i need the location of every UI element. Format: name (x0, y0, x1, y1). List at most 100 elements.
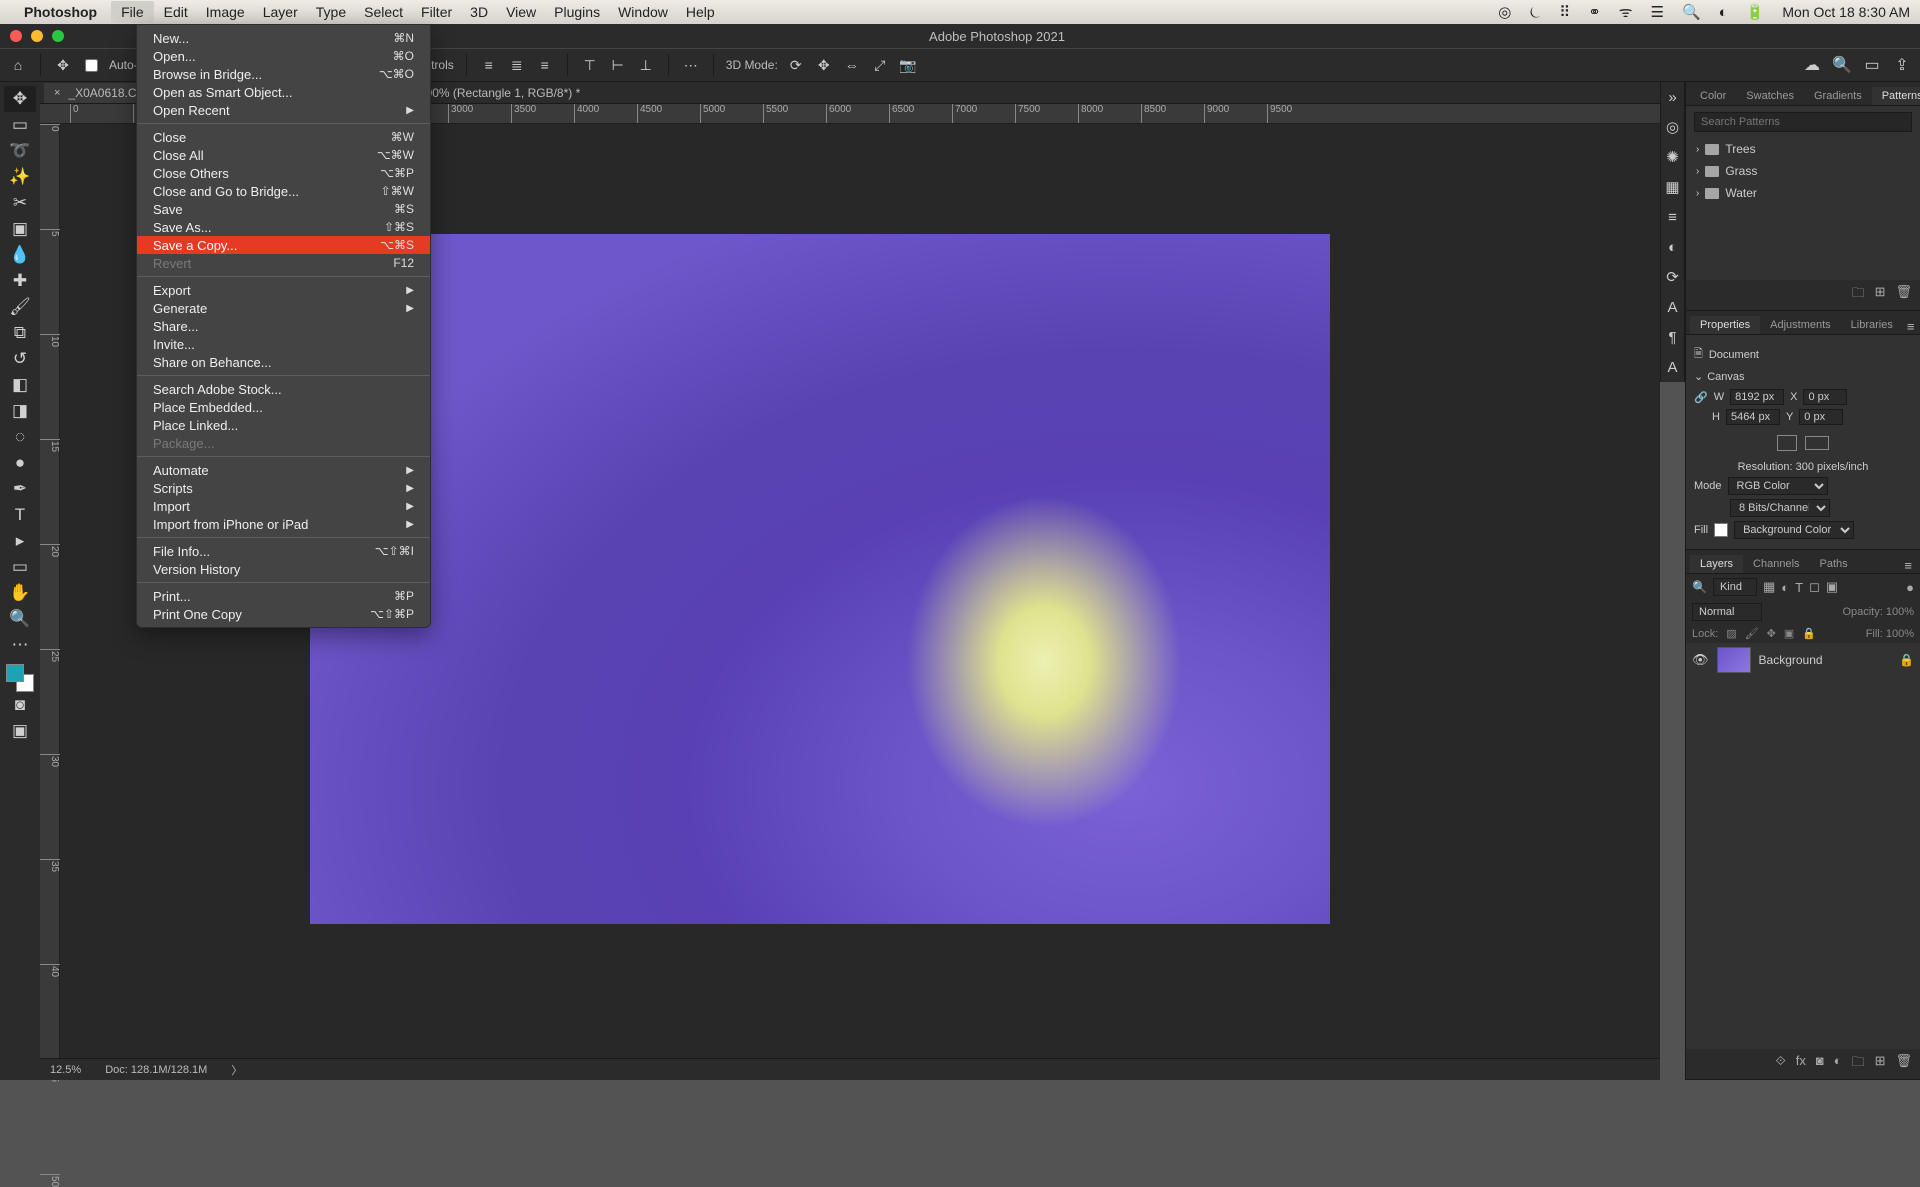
panel-icon-5[interactable]: ◐ (1660, 232, 1685, 262)
brush-tool[interactable]: 🖌 (4, 294, 36, 320)
menu-layer[interactable]: Layer (263, 4, 298, 20)
align-top-icon[interactable]: ⊤ (580, 55, 600, 75)
pattern-group-grass[interactable]: ›Grass (1694, 160, 1912, 182)
layer-fill-value[interactable]: 100% (1886, 628, 1914, 640)
menu-item-share[interactable]: Share... (137, 317, 430, 335)
paragraph-panel-icon[interactable]: ¶ (1660, 322, 1685, 352)
orientation-landscape[interactable] (1805, 436, 1829, 450)
crop-tool[interactable]: ✂ (4, 190, 36, 216)
tab-gradients[interactable]: Gradients (1804, 87, 1872, 105)
window-close-button[interactable] (10, 30, 22, 42)
magic-wand-tool[interactable]: ✨ (4, 164, 36, 190)
tab-paths[interactable]: Paths (1810, 555, 1858, 573)
filter-kind-select[interactable]: Kind (1713, 578, 1757, 596)
filter-pixel-icon[interactable]: ▦ (1763, 579, 1775, 595)
menu-select[interactable]: Select (364, 4, 403, 20)
delete-pattern-icon[interactable]: 🗑 (1895, 284, 1912, 306)
type-tool[interactable]: T (4, 502, 36, 528)
orientation-portrait[interactable] (1777, 435, 1797, 451)
3d-orbit-icon[interactable]: ⟳ (786, 55, 806, 75)
color-swatches[interactable] (6, 664, 34, 692)
new-pattern-icon[interactable]: ⊞ (1875, 284, 1886, 306)
marquee-tool[interactable]: ▭ (4, 112, 36, 138)
menu-item-version-history[interactable]: Version History (137, 560, 430, 578)
color-mode-select[interactable]: RGB Color (1728, 477, 1828, 495)
menu-item-open-as-smart-object[interactable]: Open as Smart Object... (137, 83, 430, 101)
blur-tool[interactable]: ◌ (4, 424, 36, 450)
layer-fx-icon[interactable]: fx (1796, 1053, 1806, 1075)
fill-swatch[interactable] (1714, 523, 1728, 537)
lock-transparent-icon[interactable]: ▨ (1726, 627, 1736, 640)
link-wh-icon[interactable]: 🔗 (1694, 391, 1708, 404)
menu-item-share-on-behance[interactable]: Share on Behance... (137, 353, 430, 371)
menu-item-close-all[interactable]: Close All⌥⌘W (137, 146, 430, 164)
home-icon[interactable]: ⌂ (8, 55, 28, 75)
screen-mode-tool[interactable]: ▣ (4, 718, 36, 744)
visibility-icon[interactable]: 👁 (1692, 652, 1709, 668)
blend-mode-select[interactable]: Normal (1692, 603, 1762, 621)
menu-item-generate[interactable]: Generate▶ (137, 299, 430, 317)
menu-item-close-and-go-to-bridge[interactable]: Close and Go to Bridge...⇧⌘W (137, 182, 430, 200)
3d-camera-icon[interactable]: 📷 (898, 55, 918, 75)
menu-file[interactable]: File (111, 1, 154, 23)
tab-channels[interactable]: Channels (1743, 555, 1809, 573)
lock-artboard-icon[interactable]: ▣ (1784, 627, 1794, 640)
eraser-tool[interactable]: ◧ (4, 372, 36, 398)
pattern-group-water[interactable]: ›Water (1694, 182, 1912, 204)
layer-name[interactable]: Background (1759, 653, 1823, 667)
adjustment-layer-icon[interactable]: ◐ (1834, 1053, 1842, 1075)
menu-item-close[interactable]: Close⌘W (137, 128, 430, 146)
panel-icon-2[interactable]: ✺ (1660, 142, 1685, 172)
tab-patterns[interactable]: Patterns (1872, 87, 1920, 105)
close-tab-icon[interactable]: × (54, 87, 60, 99)
3d-slide-icon[interactable]: ⇔ (842, 55, 862, 75)
tab-swatches[interactable]: Swatches (1736, 87, 1804, 105)
siri-icon[interactable]: ◐ (1719, 4, 1728, 21)
bit-depth-select[interactable]: 8 Bits/Channel (1730, 499, 1830, 517)
menu-item-file-info[interactable]: File Info...⌥⇧⌘I (137, 542, 430, 560)
gradient-tool[interactable]: ◨ (4, 398, 36, 424)
new-layer-icon[interactable]: ⊞ (1875, 1053, 1886, 1075)
power-icon[interactable]: ⏾ (1529, 4, 1541, 21)
menu-type[interactable]: Type (316, 4, 346, 20)
panel-icon-4[interactable]: ≡ (1660, 202, 1685, 232)
spotlight-icon[interactable]: 🔍 (1682, 3, 1701, 21)
layer-thumbnail[interactable] (1717, 647, 1751, 673)
menu-item-place-embedded[interactable]: Place Embedded... (137, 398, 430, 416)
tab-properties[interactable]: Properties (1690, 316, 1760, 334)
grid-icon[interactable]: ⠿ (1559, 3, 1570, 21)
menu-plugins[interactable]: Plugins (554, 4, 600, 20)
menu-item-scripts[interactable]: Scripts▶ (137, 479, 430, 497)
align-right-icon[interactable]: ≡ (535, 55, 555, 75)
battery-icon[interactable]: 🔋 (1746, 3, 1765, 21)
align-center-h-icon[interactable]: ≣ (507, 55, 527, 75)
tab-layers[interactable]: Layers (1690, 555, 1743, 573)
layer-background[interactable]: 👁 Background 🔒 (1686, 643, 1920, 677)
quick-mask-tool[interactable]: ◙ (4, 692, 36, 718)
hand-tool[interactable]: ✋ (4, 580, 36, 606)
lock-icon[interactable]: 🔒 (1899, 653, 1914, 667)
dodge-tool[interactable]: ● (4, 450, 36, 476)
menu-item-browse-in-bridge[interactable]: Browse in Bridge...⌥⌘O (137, 65, 430, 83)
filter-search-icon[interactable]: 🔍 (1692, 580, 1707, 594)
edit-toolbar[interactable]: ⋯ (4, 632, 36, 658)
filter-adjust-icon[interactable]: ◐ (1781, 580, 1789, 595)
menu-filter[interactable]: Filter (421, 4, 452, 20)
menu-item-open-recent[interactable]: Open Recent▶ (137, 101, 430, 119)
menu-item-save-as[interactable]: Save As...⇧⌘S (137, 218, 430, 236)
width-input[interactable] (1730, 389, 1784, 405)
lock-position-icon[interactable]: ✥ (1767, 627, 1776, 640)
opacity-value[interactable]: 100% (1886, 606, 1914, 618)
search-patterns-input[interactable] (1694, 112, 1912, 132)
delete-layer-icon[interactable]: 🗑 (1895, 1053, 1912, 1075)
workspace-icon[interactable]: ▭ (1862, 55, 1882, 75)
layer-mask-icon[interactable]: ◙ (1816, 1053, 1824, 1075)
filter-type-icon[interactable]: T (1795, 580, 1803, 595)
menu-item-save[interactable]: Save⌘S (137, 200, 430, 218)
menu-help[interactable]: Help (686, 4, 715, 20)
align-left-icon[interactable]: ≡ (479, 55, 499, 75)
new-group-icon[interactable]: 🗀 (1852, 1053, 1865, 1075)
bluetooth-icon[interactable]: ⚭ (1588, 3, 1601, 21)
control-center-icon[interactable]: ☰ (1650, 3, 1663, 21)
foreground-color-swatch[interactable] (6, 664, 24, 682)
